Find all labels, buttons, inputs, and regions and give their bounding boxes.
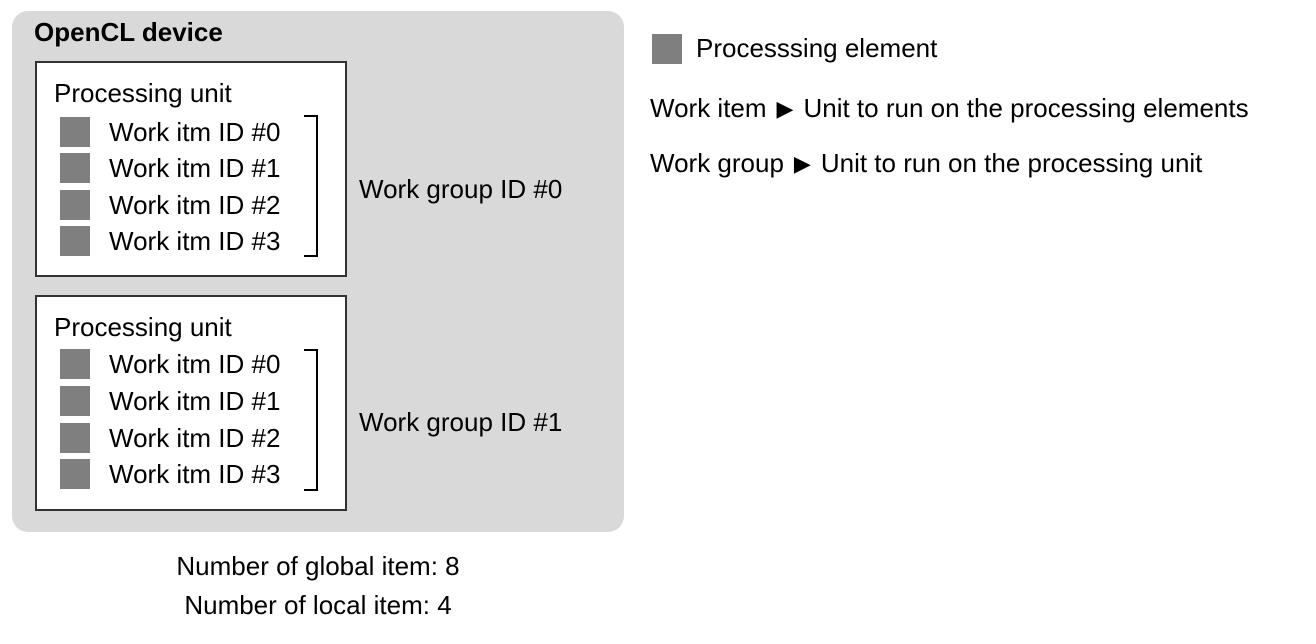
processing-element-square: [60, 349, 90, 379]
work-group-description: Unit to run on the processing unit: [820, 148, 1203, 178]
work-group-definition: Work group ▶ Unit to run on the processi…: [650, 148, 1202, 179]
processing-element-square: [60, 226, 90, 256]
device-title: OpenCL device: [34, 17, 223, 47]
work-group-bracket: [304, 115, 318, 257]
work-item-label: Work itm ID #2: [109, 190, 281, 220]
work-item-label: Work itm ID #3: [109, 226, 281, 256]
work-item-description: Unit to run on the processing elements: [803, 93, 1249, 123]
work-item: Work itm ID #1: [60, 386, 280, 416]
work-item-label: Work itm ID #0: [109, 349, 281, 379]
processing-element-square: [60, 153, 90, 183]
work-item: Work itm ID #3: [60, 226, 280, 256]
work-group-label-1: Work group ID #1: [359, 407, 563, 437]
work-group-bracket: [304, 349, 318, 491]
work-item-label: Work itm ID #3: [109, 459, 281, 489]
processing-element-square: [652, 33, 682, 64]
work-item-label: Work itm ID #1: [109, 153, 281, 183]
work-item-definition: Work item ▶ Unit to run on the processin…: [650, 93, 1249, 124]
processing-element-square: [60, 386, 90, 416]
processing-element-square: [60, 117, 90, 147]
processing-unit-1: Processing unit Work itm ID #0 Work itm …: [35, 295, 347, 511]
work-item: Work itm ID #0: [60, 349, 280, 379]
work-item: Work itm ID #2: [60, 423, 280, 453]
work-item-label: Work itm ID #0: [109, 117, 281, 147]
processing-element-square: [60, 459, 90, 489]
work-item: Work itm ID #1: [60, 153, 280, 183]
work-item: Work itm ID #2: [60, 190, 280, 220]
local-item-count: Number of local item: 4: [184, 590, 452, 620]
work-group-label-0: Work group ID #0: [359, 174, 563, 204]
processing-unit-0: Processing unit Work itm ID #0 Work itm …: [35, 61, 347, 277]
work-item-label: Work itm ID #1: [109, 386, 281, 416]
processing-unit-label: Processing unit: [54, 78, 232, 108]
work-group-term: Work group: [650, 148, 784, 178]
processing-element-square: [60, 423, 90, 453]
legend-label: Processsing element: [696, 33, 938, 63]
arrow-right-icon: ▶: [793, 150, 811, 176]
work-item: Work itm ID #0: [60, 117, 280, 147]
processing-unit-label: Processing unit: [54, 312, 232, 342]
work-item-term: Work item: [650, 93, 767, 123]
global-item-count: Number of global item: 8: [176, 551, 460, 581]
legend-processing-element: Processsing element: [652, 33, 937, 64]
work-item: Work itm ID #3: [60, 459, 280, 489]
processing-element-square: [60, 190, 90, 220]
arrow-right-icon: ▶: [776, 95, 794, 121]
work-item-label: Work itm ID #2: [109, 423, 281, 453]
